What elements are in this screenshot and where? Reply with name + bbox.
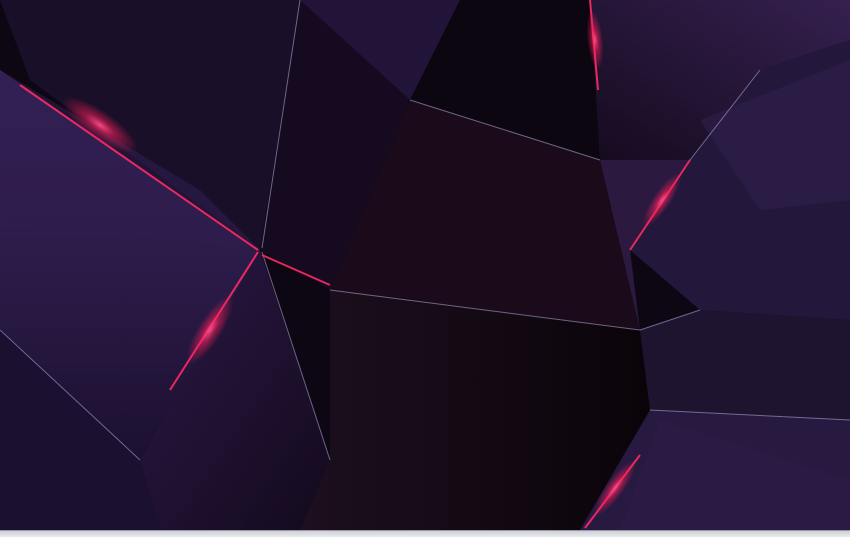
taskbar (0, 530, 850, 537)
desktop-wallpaper (0, 0, 850, 530)
desktop (0, 0, 850, 537)
